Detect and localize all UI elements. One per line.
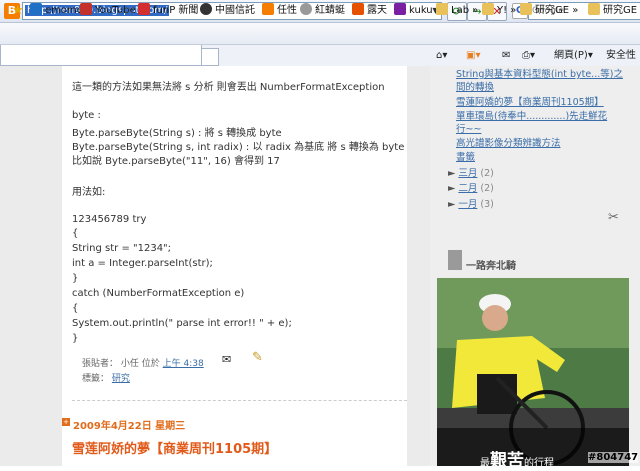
post-line: Byte.parseByte(String s, int radix) : 以 … xyxy=(72,142,405,153)
sidebar-post-link[interactable]: 單車環島(待奉中.............)先走鮮花 xyxy=(456,108,607,122)
sidebar-post-link[interactable]: 書籤 xyxy=(456,149,475,163)
fav-kuku[interactable]: kuku xyxy=(394,0,433,21)
folder-icon xyxy=(436,3,448,15)
blogger-icon xyxy=(262,3,274,15)
post-date: 2009年4月22日 星期三 xyxy=(73,421,186,432)
code-line: } xyxy=(72,333,79,344)
page-menu[interactable]: 網頁(P)▾ xyxy=(554,45,593,66)
post-line: 這一類的方法如果無法將 s 分析 則會丟出 NumberFormatExcept… xyxy=(72,82,385,93)
emome-icon xyxy=(30,3,42,15)
favorites-bar xyxy=(0,23,640,45)
email-post-icon[interactable]: ✉ xyxy=(222,353,231,366)
sidebar-post-link[interactable]: 雪蓮阿嬌的夢【商業周刊1105期】 xyxy=(456,94,604,108)
rss-icon[interactable]: ▣▾ xyxy=(466,45,480,66)
code-line: String str = "1234"; xyxy=(72,243,172,254)
folder-icon xyxy=(482,3,494,15)
new-tab-button[interactable] xyxy=(201,48,219,66)
home-icon[interactable]: ⌂▾ xyxy=(436,45,447,66)
post-title-link[interactable]: 雪莲阿娇的夢【商業周刊1105期】 xyxy=(72,438,277,457)
globe-icon xyxy=(300,3,312,15)
mail-icon[interactable]: ✉ xyxy=(502,45,510,66)
print-icon[interactable]: ⎙▾ xyxy=(522,45,535,66)
code-line: catch (NumberFormatException e) xyxy=(72,288,245,299)
kuku-icon xyxy=(394,3,406,15)
folder-icon xyxy=(520,3,532,15)
fav-emome[interactable]: emome xyxy=(30,0,83,21)
fav-ctbc[interactable]: 中國信託 xyxy=(200,0,255,21)
folder-icon xyxy=(588,3,600,15)
ctbc-icon xyxy=(200,3,212,15)
fav-yahoo-folder[interactable]: Y! » xyxy=(482,0,516,21)
cycling-photo[interactable] xyxy=(437,278,629,466)
sidebar-post-link[interactable]: 行~~ xyxy=(456,121,481,135)
funp-icon xyxy=(138,3,150,15)
post-tags-line: 標籤： 研究 xyxy=(82,374,130,384)
archive-month[interactable]: ► 三月 (2) xyxy=(448,165,494,179)
photo-caption: 最艱苦的行程 xyxy=(480,451,554,471)
fav-ruten[interactable]: 露天 xyxy=(352,0,387,21)
post-author-line: 張貼者： 小任 位於 上午 4:38 xyxy=(82,359,204,369)
fav-lab-folder[interactable]: Lab » xyxy=(436,0,478,21)
code-line: { xyxy=(72,303,79,314)
post-line: 比如說 Byte.parseByte("11", 16) 會得到 17 xyxy=(72,156,280,167)
ruten-icon xyxy=(352,3,364,15)
fav-research-folder-2[interactable]: 研究GE xyxy=(588,0,637,21)
tag-link[interactable]: 研究 xyxy=(112,374,130,384)
archive-month[interactable]: ► 一月 (3) xyxy=(448,196,494,210)
fav-renxing[interactable]: 任性 xyxy=(262,0,297,21)
fav-youtube[interactable]: YouTube xyxy=(80,0,136,21)
fav-research-folder[interactable]: 研究GE » xyxy=(520,0,578,21)
code-line: System.out.println(" parse int error!! "… xyxy=(72,318,292,329)
youtube-icon xyxy=(80,3,92,15)
widget-bullet-icon xyxy=(448,250,462,270)
date-plus-icon: + xyxy=(62,418,70,426)
code-line: } xyxy=(72,273,79,284)
wrench-icon[interactable]: ✂ xyxy=(608,210,619,225)
sidebar-post-link[interactable]: 間的轉換 xyxy=(456,79,494,93)
post-time-link[interactable]: 上午 4:38 xyxy=(163,359,204,369)
post-line: 用法如: xyxy=(72,187,106,198)
code-line: int a = Integer.parseInt(str); xyxy=(72,258,213,269)
watermark-text: #804747 xyxy=(588,452,639,463)
sidebar-post-link[interactable]: String與基本資料型態(int byte...等)之 xyxy=(456,66,623,80)
browser-tab[interactable] xyxy=(0,45,202,66)
cycling-photo-graphic xyxy=(437,278,629,466)
safety-menu[interactable]: 安全性(S) xyxy=(606,45,640,82)
code-line: 123456789 try xyxy=(72,214,147,225)
fav-dragonfly[interactable]: 紅蜻蜓 xyxy=(300,0,345,21)
widget-title: 一路奔北騎 xyxy=(466,261,516,272)
post-divider xyxy=(72,400,407,401)
fav-funp[interactable]: funP 新聞 xyxy=(138,0,198,21)
post-line: Byte.parseByte(String s) : 將 s 轉換成 byte xyxy=(72,128,282,139)
archive-month[interactable]: ► 二月 (2) xyxy=(448,180,494,194)
sidebar-post-link[interactable]: 高光譜影像分類辨識方法 xyxy=(456,135,561,149)
favorites-star-icon[interactable]: ★ xyxy=(12,0,24,21)
post-line: byte : xyxy=(72,110,101,121)
code-line: { xyxy=(72,228,79,239)
edit-pencil-icon[interactable]: ✎ xyxy=(252,350,263,365)
